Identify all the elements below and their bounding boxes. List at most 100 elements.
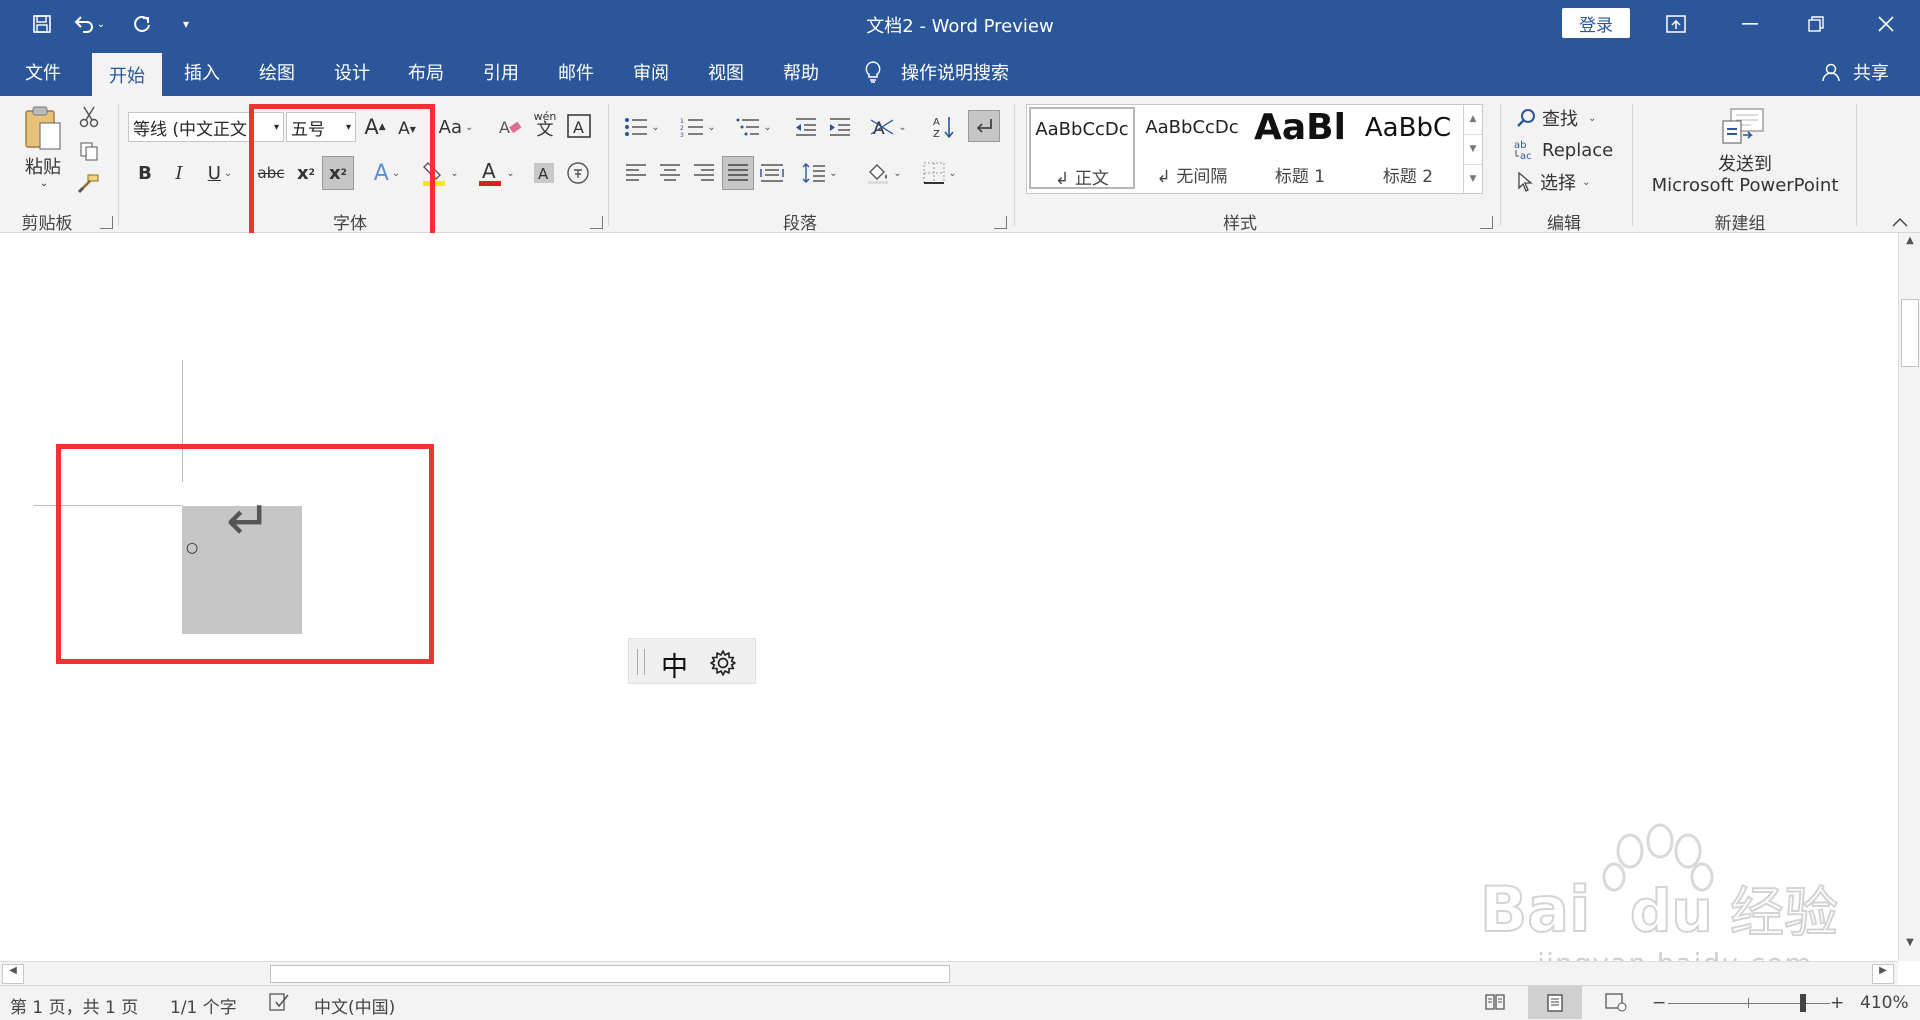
clipboard-launcher-icon[interactable] xyxy=(100,216,113,229)
zoom-slider-thumb[interactable] xyxy=(1800,994,1806,1012)
borders-button[interactable]: ⌄ xyxy=(916,158,964,188)
clear-formatting-icon[interactable]: A xyxy=(496,112,524,142)
ribbon-display-icon[interactable] xyxy=(1642,0,1710,48)
enclose-characters-icon[interactable] xyxy=(564,158,592,188)
paste-dropdown-icon[interactable]: ⌄ xyxy=(36,176,52,190)
scroll-up-icon[interactable]: ▲ xyxy=(1899,235,1920,253)
find-button[interactable]: 查找 ⌄ xyxy=(1516,104,1610,132)
lightbulb-icon[interactable] xyxy=(858,48,888,96)
shading-button[interactable]: ⌄ xyxy=(860,158,908,188)
word-count[interactable]: 1/1 个字 xyxy=(170,993,237,1018)
minimize-icon[interactable] xyxy=(1716,0,1784,48)
tab-file[interactable]: 文件 xyxy=(10,48,76,96)
restore-icon[interactable] xyxy=(1782,0,1850,48)
proofing-icon[interactable] xyxy=(268,992,290,1017)
asian-layout-button[interactable]: A⌄ xyxy=(864,112,912,142)
style-heading-2[interactable]: AaBbC 标题 2 xyxy=(1355,107,1461,189)
change-case-button[interactable]: Aa ⌄ xyxy=(436,112,476,142)
scroll-left-icon[interactable]: ◀ xyxy=(2,964,24,984)
font-color-button[interactable]: A ⌄ xyxy=(474,156,518,190)
multilevel-list-button[interactable]: ⌄ xyxy=(732,112,776,142)
tab-mailings[interactable]: 邮件 xyxy=(544,48,608,96)
login-button[interactable]: 登录 xyxy=(1562,8,1630,38)
zoom-out-icon[interactable]: − xyxy=(1652,993,1666,1013)
align-right-icon[interactable] xyxy=(690,158,718,188)
select-label: 选择 xyxy=(1540,173,1576,194)
sort-icon[interactable]: AZ xyxy=(930,112,958,142)
zoom-level[interactable]: 410% xyxy=(1860,993,1909,1013)
bold-icon[interactable]: B xyxy=(132,158,158,188)
tab-help[interactable]: 帮助 xyxy=(769,48,833,96)
tab-home[interactable]: 开始 xyxy=(92,53,162,96)
document-page[interactable]: ↵ ○ 中 Bai du 经验 jingyan.baidu.com xyxy=(0,233,1898,980)
font-name-value: 等线 (中文正文 xyxy=(133,119,248,140)
style-name: 标题 1 xyxy=(1274,167,1326,187)
horizontal-scrollbar[interactable]: ◀ ▶ xyxy=(0,961,1898,986)
styles-launcher-icon[interactable] xyxy=(1480,216,1493,229)
tab-layout[interactable]: 布局 xyxy=(394,48,458,96)
scroll-right-icon[interactable]: ▶ xyxy=(1872,964,1894,984)
tab-view[interactable]: 视图 xyxy=(694,48,758,96)
close-icon[interactable] xyxy=(1852,0,1920,48)
zoom-in-icon[interactable]: + xyxy=(1830,993,1844,1013)
numbering-button[interactable]: 1 2 3 ⌄ xyxy=(676,112,720,142)
cut-icon[interactable] xyxy=(76,104,102,130)
tab-draw[interactable]: 绘图 xyxy=(245,48,309,96)
collapse-ribbon-icon[interactable] xyxy=(1888,214,1912,230)
decrease-indent-icon[interactable] xyxy=(792,112,820,142)
paste-icon[interactable] xyxy=(20,104,64,152)
powerpoint-icon[interactable] xyxy=(1720,104,1766,148)
italic-icon[interactable]: I xyxy=(166,158,192,188)
replace-button[interactable]: ab ac Replace xyxy=(1514,136,1622,164)
tab-design[interactable]: 设计 xyxy=(320,48,384,96)
ime-drag-handle[interactable] xyxy=(637,649,645,675)
increase-indent-icon[interactable] xyxy=(826,112,854,142)
page-count[interactable]: 第 1 页，共 1 页 xyxy=(10,993,138,1018)
format-painter-icon[interactable] xyxy=(76,170,102,196)
phonetic-guide-icon[interactable]: wén 文 xyxy=(530,108,560,142)
tab-review[interactable]: 审阅 xyxy=(619,48,683,96)
style-no-spacing[interactable]: AaBbCcDc ↲ 无间隔 xyxy=(1139,107,1245,189)
style-heading-1[interactable]: AaBl 标题 1 xyxy=(1247,107,1353,189)
show-formatting-marks-icon[interactable] xyxy=(968,110,1000,142)
vertical-scrollbar[interactable]: ▲ ▼ xyxy=(1898,233,1920,961)
scroll-down-icon[interactable]: ▼ xyxy=(1899,937,1920,955)
underline-button[interactable]: U ⌄ xyxy=(200,158,240,188)
gallery-more-icon[interactable]: ▼ xyxy=(1464,164,1482,194)
tell-me-search[interactable]: 操作说明搜索 xyxy=(895,48,1015,96)
justify-icon[interactable] xyxy=(722,156,754,190)
character-shading-icon[interactable]: A xyxy=(530,158,558,188)
select-button[interactable]: 选择 ⌄ xyxy=(1516,168,1610,196)
styles-gallery: AaBbCcDc ↲ 正文 AaBbCcDc ↲ 无间隔 AaBl 标题 1 A… xyxy=(1026,104,1483,194)
gear-icon[interactable] xyxy=(709,649,737,677)
web-layout-icon[interactable] xyxy=(1604,992,1628,1017)
distributed-icon[interactable] xyxy=(758,158,786,188)
paragraph-launcher-icon[interactable] xyxy=(994,216,1007,229)
read-mode-icon[interactable] xyxy=(1484,992,1506,1017)
ime-mode-toggle[interactable]: 中 xyxy=(661,645,688,684)
svg-text:du: du xyxy=(1630,877,1713,945)
paste-label[interactable]: 粘贴 xyxy=(16,154,70,178)
font-launcher-icon[interactable] xyxy=(590,216,603,229)
align-left-icon[interactable] xyxy=(622,158,650,188)
copy-icon[interactable] xyxy=(76,138,102,164)
language-indicator[interactable]: 中文(中国) xyxy=(314,993,395,1018)
share-button[interactable]: 共享 xyxy=(1846,48,1896,96)
tab-references[interactable]: 引用 xyxy=(469,48,533,96)
gallery-up-icon[interactable]: ▲ xyxy=(1464,105,1482,134)
vertical-scroll-thumb[interactable] xyxy=(1901,299,1919,367)
line-spacing-button[interactable]: ⌄ xyxy=(796,158,844,188)
gallery-down-icon[interactable]: ▼ xyxy=(1464,134,1482,164)
send-to-label-line1[interactable]: 发送到 xyxy=(1640,152,1850,175)
bullets-button[interactable]: ⌄ xyxy=(620,112,664,142)
send-to-label-line2[interactable]: Microsoft PowerPoint xyxy=(1640,174,1850,196)
user-icon[interactable] xyxy=(1818,48,1844,96)
character-border-icon[interactable]: A xyxy=(566,112,592,140)
print-layout-icon[interactable] xyxy=(1528,986,1582,1019)
tab-insert[interactable]: 插入 xyxy=(170,48,234,96)
align-center-icon[interactable] xyxy=(656,158,684,188)
svg-text:1: 1 xyxy=(680,118,684,125)
group-separator xyxy=(1500,104,1501,226)
style-normal[interactable]: AaBbCcDc ↲ 正文 xyxy=(1029,107,1135,189)
horizontal-scroll-thumb[interactable] xyxy=(270,965,950,983)
